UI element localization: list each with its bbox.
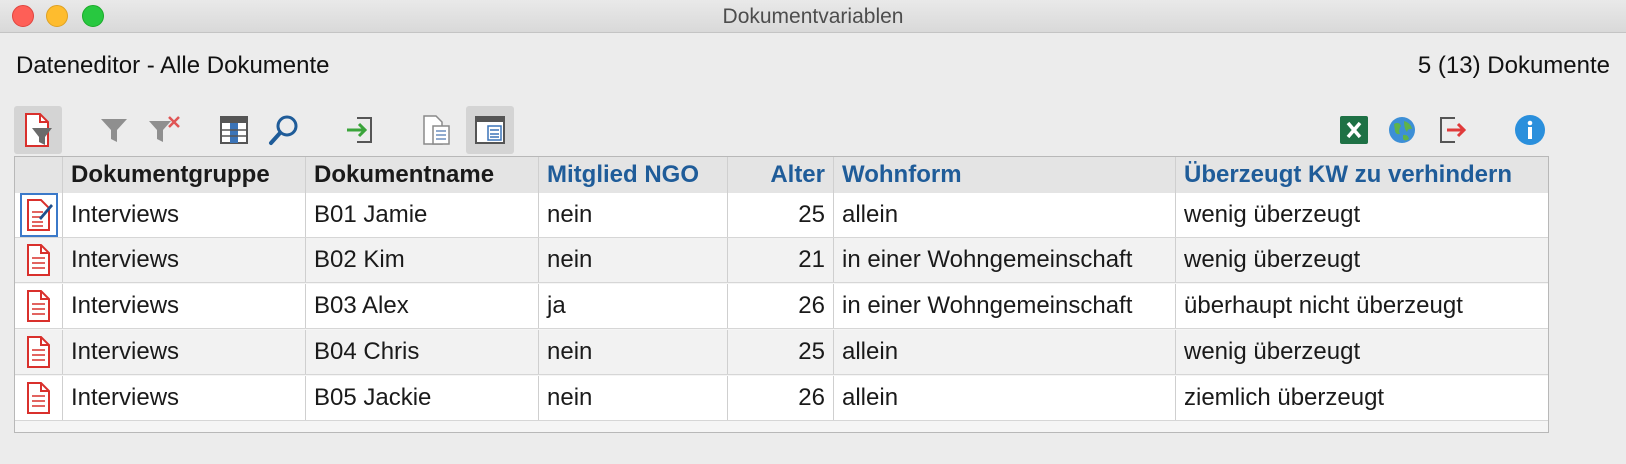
cell-dokumentgruppe[interactable]: Interviews: [63, 193, 306, 237]
row-icon-cell[interactable]: [15, 193, 63, 237]
info-button[interactable]: [1506, 106, 1554, 154]
list-view-icon: [423, 115, 450, 145]
document-icon: [26, 336, 50, 368]
cell-ueberzeugt[interactable]: wenig überzeugt: [1176, 330, 1548, 374]
excel-icon: [1340, 116, 1368, 144]
filter-documents-icon: [25, 113, 52, 147]
table-header: Dokumentgruppe Dokumentname Mitglied NGO…: [15, 157, 1548, 194]
info-icon: [1515, 115, 1545, 145]
row-icon-cell[interactable]: [15, 284, 63, 328]
web-export-button[interactable]: [1378, 106, 1426, 154]
export-button[interactable]: [1428, 106, 1476, 154]
window: Dokumentvariablen Dateneditor - Alle Dok…: [0, 0, 1626, 464]
export-icon: [1440, 117, 1467, 143]
editor-title: Dateneditor - Alle Dokumente: [16, 52, 330, 79]
column-header-dokumentgruppe[interactable]: Dokumentgruppe: [63, 157, 306, 193]
filter-button[interactable]: [90, 106, 138, 154]
cell-dokumentgruppe[interactable]: Interviews: [63, 238, 306, 282]
cell-ueberzeugt[interactable]: ziemlich überzeugt: [1176, 376, 1548, 420]
cell-wohnform[interactable]: in einer Wohngemeinschaft: [834, 284, 1176, 328]
filter-documents-button[interactable]: [14, 106, 62, 154]
cell-mitglied-ngo[interactable]: nein: [539, 376, 728, 420]
import-button[interactable]: [336, 106, 384, 154]
document-icon: [26, 382, 50, 414]
filter-icon: [101, 119, 127, 142]
search-button[interactable]: [260, 106, 308, 154]
table-row[interactable]: Interviews B05 Jackie nein 26 allein zie…: [15, 376, 1548, 421]
cell-wohnform[interactable]: in einer Wohngemeinschaft: [834, 238, 1176, 282]
list-view-button[interactable]: [412, 106, 460, 154]
cell-ueberzeugt[interactable]: wenig überzeugt: [1176, 238, 1548, 282]
remove-filter-button[interactable]: [140, 106, 188, 154]
document-variables-table: Dokumentgruppe Dokumentname Mitglied NGO…: [14, 156, 1549, 433]
columns-button[interactable]: [210, 106, 258, 154]
document-preview-button[interactable]: [466, 106, 514, 154]
column-header-dokumentname[interactable]: Dokumentname: [306, 157, 539, 193]
cell-alter[interactable]: 21: [728, 238, 834, 282]
search-icon: [269, 115, 298, 145]
window-title: Dokumentvariablen: [722, 5, 904, 28]
import-icon: [347, 117, 372, 143]
cell-dokumentgruppe[interactable]: Interviews: [63, 330, 306, 374]
cell-wohnform[interactable]: allein: [834, 376, 1176, 420]
document-preview-icon: [475, 116, 505, 144]
column-header-alter[interactable]: Alter: [728, 157, 834, 193]
cell-dokumentname[interactable]: B03 Alex: [306, 284, 539, 328]
title-bar: Dokumentvariablen: [0, 0, 1626, 33]
document-icon: [26, 244, 50, 276]
columns-icon: [220, 116, 248, 144]
table-row[interactable]: Interviews B04 Chris nein 25 allein weni…: [15, 330, 1548, 375]
cell-mitglied-ngo[interactable]: ja: [539, 284, 728, 328]
cell-dokumentname[interactable]: B02 Kim: [306, 238, 539, 282]
icon-column-header[interactable]: [15, 157, 63, 193]
table-row[interactable]: Interviews B03 Alex ja 26 in einer Wohng…: [15, 284, 1548, 329]
cell-dokumentname[interactable]: B05 Jackie: [306, 376, 539, 420]
row-icon-cell[interactable]: [15, 238, 63, 282]
column-header-mitglied-ngo[interactable]: Mitglied NGO: [539, 157, 728, 193]
cell-wohnform[interactable]: allein: [834, 330, 1176, 374]
cell-alter[interactable]: 25: [728, 330, 834, 374]
document-icon: [26, 290, 50, 322]
table-row[interactable]: Interviews B02 Kim nein 21 in einer Wohn…: [15, 238, 1548, 283]
row-icon-cell[interactable]: [15, 330, 63, 374]
cell-dokumentname[interactable]: B01 Jamie: [306, 193, 539, 237]
cell-wohnform[interactable]: allein: [834, 193, 1176, 237]
excel-export-button[interactable]: [1330, 106, 1378, 154]
cell-alter[interactable]: 25: [728, 193, 834, 237]
row-icon-cell[interactable]: [15, 376, 63, 420]
document-edit-icon: [19, 193, 58, 237]
cell-ueberzeugt[interactable]: überhaupt nicht überzeugt: [1176, 284, 1548, 328]
column-header-wohnform[interactable]: Wohnform: [834, 157, 1176, 193]
cell-alter[interactable]: 26: [728, 376, 834, 420]
cell-mitglied-ngo[interactable]: nein: [539, 330, 728, 374]
cell-dokumentgruppe[interactable]: Interviews: [63, 376, 306, 420]
cell-dokumentname[interactable]: B04 Chris: [306, 330, 539, 374]
document-count: 5 (13) Dokumente: [1417, 52, 1610, 79]
column-header-ueberzeugt[interactable]: Überzeugt KW zu verhindern: [1176, 157, 1548, 193]
cell-alter[interactable]: 26: [728, 284, 834, 328]
remove-filter-icon: [149, 116, 180, 142]
cell-mitglied-ngo[interactable]: nein: [539, 238, 728, 282]
globe-icon: [1389, 117, 1415, 143]
cell-dokumentgruppe[interactable]: Interviews: [63, 284, 306, 328]
cell-ueberzeugt[interactable]: wenig überzeugt: [1176, 193, 1548, 237]
table-row[interactable]: Interviews B01 Jamie nein 25 allein weni…: [15, 193, 1548, 238]
cell-mitglied-ngo[interactable]: nein: [539, 193, 728, 237]
